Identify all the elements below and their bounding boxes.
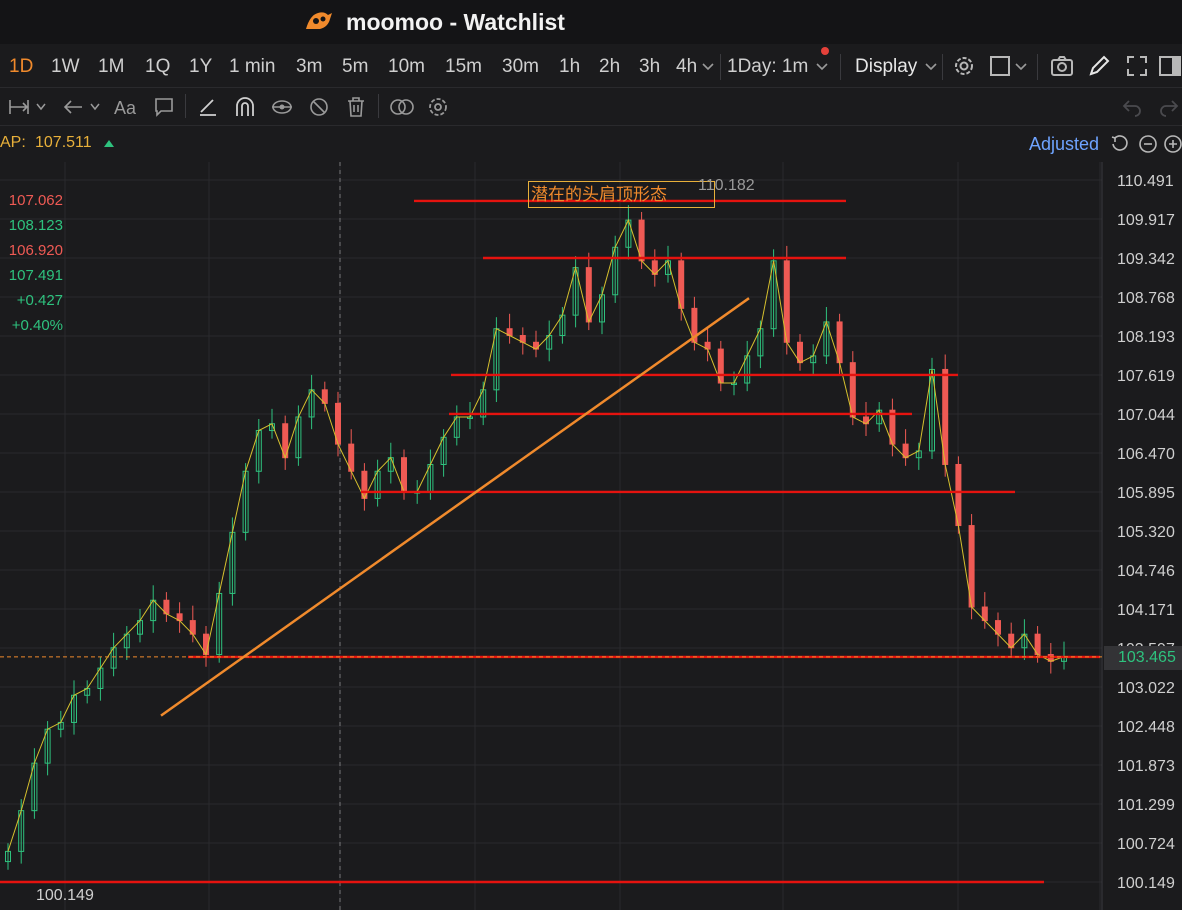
notification-dot [821,47,829,55]
comment-icon[interactable] [153,96,175,118]
price-tick-label: 103.022 [1117,680,1175,697]
price-tick-label: 108.193 [1117,329,1175,346]
candles [5,205,1067,870]
divider [720,54,721,80]
change-value: +0.427 [16,292,63,309]
tab-1d[interactable]: 1D [9,56,33,78]
price-tick-label: 104.171 [1117,602,1175,619]
price-axis: 110.491 109.917 109.342 108.768 108.193 107.6… [1117,173,1175,892]
divider [185,94,186,118]
tab-15m[interactable]: 15m [445,56,482,78]
chevron-down-icon[interactable] [36,103,46,111]
price-tick-label: 107.044 [1117,407,1175,424]
ohlc-panel: 107.062 108.123 106.920 107.491 +0.427 +… [0,188,66,338]
price-tick-label: 109.342 [1117,251,1175,268]
window-title: moomoo - Watchlist [346,9,565,35]
price-tick-label: 105.320 [1117,524,1175,541]
price-tick-label: 100.149 [1117,875,1175,892]
vwap-up-arrow-icon [104,140,114,147]
divider [1037,54,1038,80]
price-tick-label: 106.470 [1117,446,1175,463]
fullscreen-icon[interactable] [1125,54,1149,78]
tab-1y[interactable]: 1Y [189,56,212,78]
divider [942,54,943,80]
high-value: 108.123 [8,217,63,234]
tab-4h[interactable]: 4h [676,56,697,78]
price-tick-label: 109.917 [1117,212,1175,229]
title-bar: moomoo - Watchlist [0,0,1182,44]
hide-drawings-icon[interactable] [308,96,330,118]
panel-toggle-icon[interactable] [1158,54,1182,78]
price-tick-label: 105.895 [1117,485,1175,502]
line-tool-icon[interactable] [197,96,219,118]
adjusted-toggle[interactable]: Adjusted [1029,134,1103,155]
visibility-eye-icon[interactable] [271,96,293,118]
settings-gear-icon[interactable] [952,54,976,78]
display-menu[interactable]: Display [855,56,917,78]
vwap-value: 107.511 [35,134,92,151]
price-tick-label: 104.746 [1117,563,1175,580]
price-tick-label: 110.491 [1117,173,1174,190]
chevron-down-icon[interactable] [90,103,100,111]
trash-icon[interactable] [345,96,367,118]
price-tick-label: 102.448 [1117,719,1175,736]
divider [840,54,841,80]
reset-chart-icon[interactable] [1110,134,1130,154]
drawing-settings-icon[interactable] [427,96,449,118]
zoom-in-icon[interactable] [1163,134,1182,154]
svg-text:Aa: Aa [114,98,137,118]
tab-5m[interactable]: 5m [342,56,368,78]
camera-icon[interactable] [1050,54,1074,78]
close-value: 107.491 [8,267,63,284]
price-tick-label: 101.299 [1117,797,1175,814]
open-value: 107.062 [8,192,63,209]
drawing-toolbar [0,88,1182,126]
compare-icon[interactable] [389,96,415,118]
moomoo-logo-icon [306,12,332,30]
pencil-icon[interactable] [1087,54,1111,78]
price-tick-label: 100.724 [1117,836,1175,853]
moving-average-line [7,218,1065,852]
redo-icon[interactable] [1158,96,1180,118]
vwap-label: AP: [0,134,26,151]
crosshair-range-icon[interactable] [8,96,30,118]
tab-3m[interactable]: 3m [296,56,322,78]
undo-icon[interactable] [1121,96,1143,118]
zoom-out-icon[interactable] [1138,134,1158,154]
low-marker-label: 100.149 [36,887,94,904]
layout-square-icon[interactable] [989,54,1013,78]
trendline [160,297,750,717]
chevron-down-icon[interactable] [1015,62,1027,72]
chevron-down-icon[interactable] [702,62,714,72]
current-price-tag: 103.465 [1104,646,1182,670]
tab-3h[interactable]: 3h [639,56,660,78]
price-tick-label: 108.768 [1117,290,1175,307]
chart-grid [0,162,1103,910]
tab-30m[interactable]: 30m [502,56,539,78]
magnet-icon[interactable] [234,96,256,118]
low-value: 106.920 [8,242,63,259]
tab-1min[interactable]: 1 min [229,56,275,78]
price-tick-label: 107.619 [1117,368,1175,385]
text-tool-icon[interactable]: Aa [114,96,140,118]
interval-select[interactable]: 1Day: 1m [727,56,808,78]
tab-2h[interactable]: 2h [599,56,620,78]
high-marker-label: 110.182 [698,177,755,194]
arrow-left-icon[interactable] [62,96,84,118]
chevron-down-icon[interactable] [816,62,828,72]
horizontal-levels [0,199,1102,884]
divider [378,94,379,118]
pattern-annotation[interactable]: 潜在的头肩顶形态 [528,181,715,208]
chevron-down-icon[interactable] [925,62,937,72]
tab-1w[interactable]: 1W [51,56,80,78]
change-pct-value: +0.40% [11,317,63,334]
tab-10m[interactable]: 10m [388,56,425,78]
tab-1q[interactable]: 1Q [145,56,170,78]
price-tick-label: 101.873 [1117,758,1175,775]
price-chart[interactable]: 110.491 109.917 109.342 108.768 108.193 107.6… [0,162,1182,910]
tab-1m[interactable]: 1M [98,56,124,78]
tab-1h[interactable]: 1h [559,56,580,78]
